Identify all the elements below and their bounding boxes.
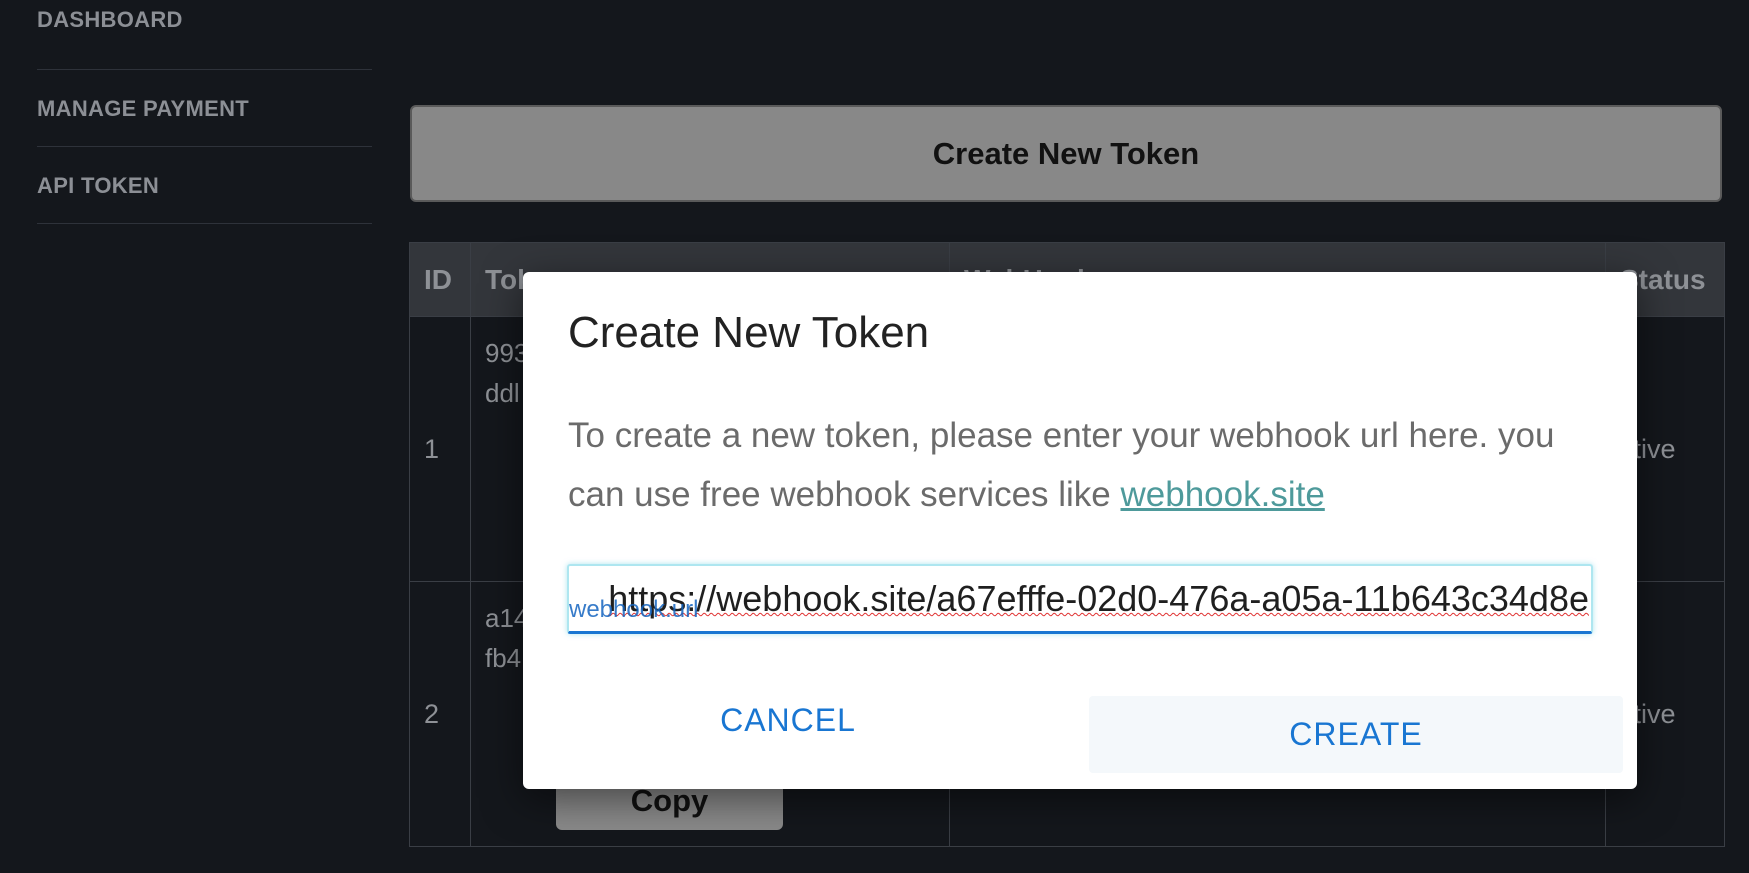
webhook-url-value: https://webhook.site/a67efffe-02d0-476a-… [608,578,1589,619]
create-token-dialog: Create New Token To create a new token, … [523,272,1637,789]
dialog-title: Create New Token [568,308,930,357]
dialog-description: To create a new token, please enter your… [568,406,1598,524]
dialog-body-text: To create a new token, please enter your… [568,416,1555,514]
cancel-button[interactable]: CANCEL [613,695,963,745]
webhook-url-floating-label: webhook.url [569,596,699,623]
create-button[interactable]: CREATE [1089,696,1623,773]
webhook-url-input[interactable]: https://webhook.site/a67efffe-02d0-476a-… [567,564,1593,634]
webhook-site-link[interactable]: webhook.site [1121,475,1325,514]
